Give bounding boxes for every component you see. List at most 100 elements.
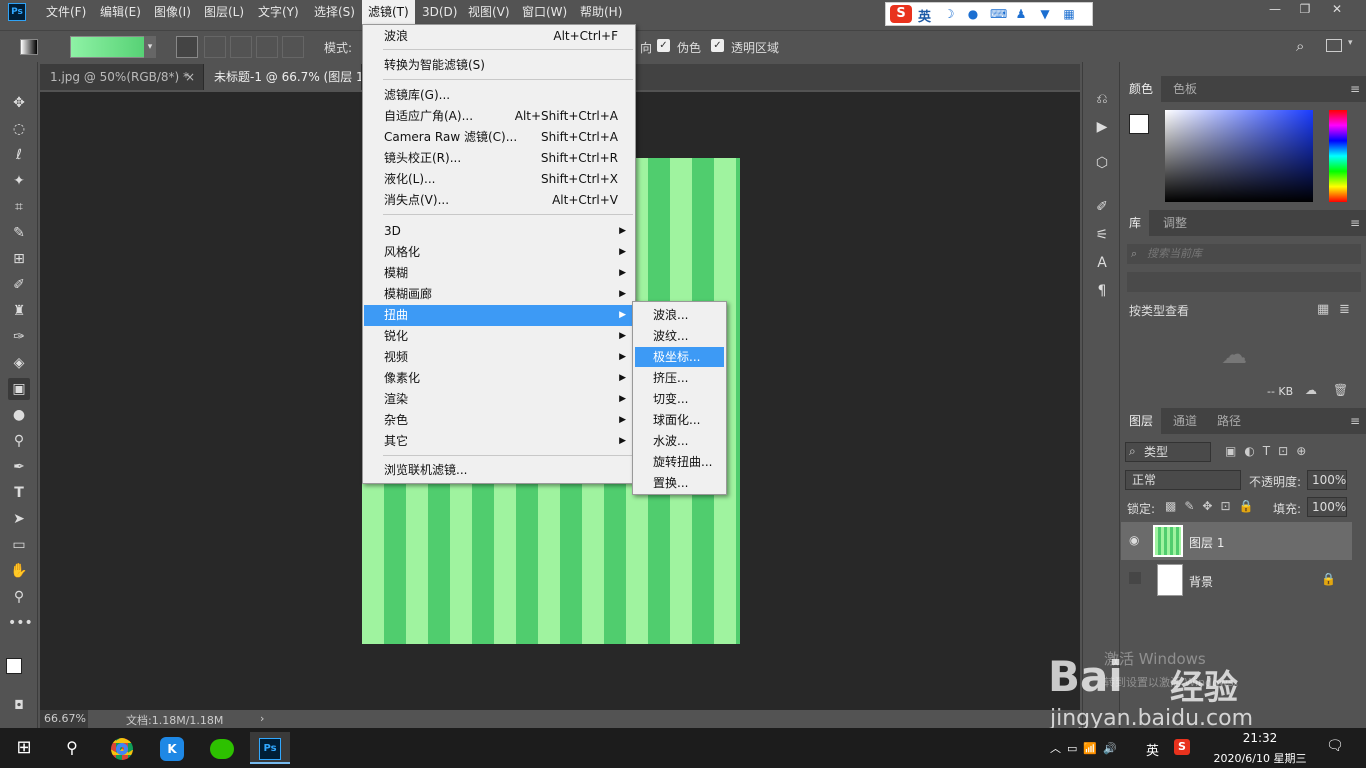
foreground-color-swatch[interactable] — [6, 658, 22, 674]
submenu-item-pinch[interactable]: 挤压... — [635, 368, 724, 388]
taskbar-photoshop[interactable]: Ps — [250, 732, 290, 764]
tab-layers[interactable]: 图层 — [1121, 408, 1162, 434]
lock-icons[interactable]: ▩✎✥⊡🔒 — [1165, 499, 1261, 513]
more-tools-icon[interactable]: ••• — [8, 612, 33, 634]
layer-filter-select[interactable]: 类型 — [1125, 442, 1211, 462]
healing-brush-icon[interactable]: ⊞ — [8, 248, 30, 270]
grid-icon[interactable]: ▦ — [1062, 7, 1076, 21]
library-dropdown[interactable] — [1127, 272, 1361, 292]
menu-item-noise[interactable]: 杂色 ▶ — [364, 410, 634, 431]
close-icon[interactable]: × — [185, 64, 195, 90]
close-icon[interactable]: ✕ — [1322, 2, 1352, 20]
angle-gradient-button[interactable] — [230, 36, 252, 58]
windows-start-icon[interactable]: ⊞ — [4, 732, 44, 764]
library-search-input[interactable]: 搜索当前库 — [1127, 244, 1361, 264]
menu-item-adaptive-wide-angle[interactable]: 自适应广角(A)... Alt+Shift+Ctrl+A — [364, 106, 634, 127]
ime-mode[interactable]: 英 — [918, 6, 931, 25]
menu-3d[interactable]: 3D(D) — [416, 0, 463, 24]
menu-file[interactable]: 文件(F) — [40, 0, 92, 24]
minimize-icon[interactable]: — — [1260, 2, 1290, 20]
eyedropper-icon[interactable]: ✎ — [8, 222, 30, 244]
chevron-down-icon[interactable]: ▾ — [1348, 38, 1353, 48]
quick-mask-icon[interactable]: ◘ — [8, 694, 30, 716]
menu-type[interactable]: 文字(Y) — [252, 0, 305, 24]
menu-item-pixelate[interactable]: 像素化 ▶ — [364, 368, 634, 389]
cloud-icon[interactable]: ☁ — [1305, 383, 1317, 397]
menu-item-render[interactable]: 渲染 ▶ — [364, 389, 634, 410]
layer-row[interactable]: ◉ 图层 1 — [1121, 522, 1352, 560]
layer-name[interactable]: 图层 1 — [1189, 534, 1224, 551]
hand-tool-icon[interactable]: ✋ — [8, 560, 30, 582]
tray-language[interactable]: 英 — [1146, 740, 1159, 759]
tab-untitled-1[interactable]: 未标题-1 @ 66.7% (图层 1, — [204, 64, 362, 90]
menu-item-vanishing-point[interactable]: 消失点(V)... Alt+Ctrl+V — [364, 190, 634, 211]
zoom-tool-icon[interactable]: ⚲ — [8, 586, 30, 608]
tab-paths[interactable]: 路径 — [1209, 408, 1249, 434]
menu-select[interactable]: 选择(S) — [308, 0, 361, 24]
menu-item-blur-gallery[interactable]: 模糊画廊 ▶ — [364, 284, 634, 305]
view-by-type-label[interactable]: 按类型查看 — [1129, 302, 1189, 319]
trash-icon[interactable]: 🗑 — [1333, 383, 1348, 397]
adjust-sliders-icon[interactable]: ⚟ — [1091, 224, 1113, 246]
menu-layer[interactable]: 图层(L) — [198, 0, 250, 24]
dodge-tool-icon[interactable]: ⚲ — [8, 430, 30, 452]
submenu-item-wave[interactable]: 波浪... — [635, 305, 724, 325]
menu-item-camera-raw[interactable]: Camera Raw 滤镜(C)... Shift+Ctrl+A — [364, 127, 634, 148]
lasso-tool-icon[interactable]: ℓ — [8, 144, 30, 166]
menu-filter[interactable]: 滤镜(T) — [362, 0, 415, 24]
transparency-checkbox[interactable]: ✓ — [711, 39, 724, 52]
eye-icon[interactable]: ◉ — [1129, 533, 1139, 547]
clock-time[interactable]: 21:32 — [1230, 731, 1290, 745]
magic-wand-icon[interactable]: ✦ — [8, 170, 30, 192]
menu-item-last-filter[interactable]: 波浪 Alt+Ctrl+F — [364, 26, 634, 47]
blur-tool-icon[interactable]: ● — [8, 404, 30, 426]
search-icon[interactable]: ⌕ — [1296, 37, 1304, 55]
chrome-icon[interactable] — [102, 732, 142, 764]
menu-item-3d[interactable]: 3D ▶ — [364, 221, 634, 242]
paragraph-icon[interactable]: ¶ — [1091, 280, 1113, 302]
type-tool-icon[interactable]: T — [8, 482, 30, 504]
stamp-tool-icon[interactable]: ♜ — [8, 300, 30, 322]
layer-row[interactable]: 背景 🔒 — [1121, 561, 1352, 599]
brush-tool-icon[interactable]: ✐ — [8, 274, 30, 296]
sogou-logo[interactable]: S — [890, 5, 912, 23]
diamond-gradient-button[interactable] — [282, 36, 304, 58]
moon-icon[interactable]: ☽ — [942, 7, 956, 21]
tab-1jpg[interactable]: 1.jpg @ 50%(RGB/8*) * × — [40, 64, 204, 90]
menu-edit[interactable]: 编辑(E) — [94, 0, 147, 24]
search-icon[interactable]: ⚲ — [52, 732, 92, 764]
gradient-tool-icon[interactable]: ▣ — [8, 378, 30, 400]
menu-help[interactable]: 帮助(H) — [574, 0, 628, 24]
fill-input[interactable]: 100% — [1307, 497, 1347, 517]
menu-item-filter-gallery[interactable]: 滤镜库(G)... — [364, 85, 634, 106]
tray-icons[interactable]: ︿▭📶🔊 — [1050, 740, 1123, 756]
list-view-icon[interactable]: ≣ — [1339, 302, 1350, 317]
microphone-icon[interactable]: ● — [966, 7, 980, 21]
submenu-item-twirl[interactable]: 旋转扭曲... — [635, 452, 724, 472]
menu-item-liquify[interactable]: 液化(L)... Shift+Ctrl+X — [364, 169, 634, 190]
submenu-item-spherize[interactable]: 球面化... — [635, 410, 724, 430]
dither-checkbox[interactable]: ✓ — [657, 39, 670, 52]
foreground-color-swatch[interactable] — [1129, 114, 1149, 134]
layer-name[interactable]: 背景 — [1189, 573, 1213, 590]
radial-gradient-button[interactable] — [204, 36, 226, 58]
menu-item-browse-online[interactable]: 浏览联机滤镜... — [364, 460, 634, 481]
keyboard-icon[interactable]: ⌨ — [990, 7, 1007, 21]
restore-icon[interactable]: ❐ — [1290, 2, 1320, 20]
submenu-item-polar-coordinates[interactable]: 极坐标... — [635, 347, 724, 367]
tab-adjustments[interactable]: 调整 — [1155, 210, 1195, 236]
submenu-item-ripple[interactable]: 波纹... — [635, 326, 724, 346]
color-spectrum[interactable] — [1165, 110, 1313, 202]
menu-item-smart-filter[interactable]: 转换为智能滤镜(S) — [364, 55, 634, 76]
menu-item-stylize[interactable]: 风格化 ▶ — [364, 242, 634, 263]
blend-mode-select[interactable]: 正常 — [1125, 470, 1241, 490]
menu-window[interactable]: 窗口(W) — [516, 0, 573, 24]
panel-menu-icon[interactable]: ≡ — [1350, 216, 1360, 230]
brush-settings-icon[interactable]: ✐ — [1091, 196, 1113, 218]
menu-view[interactable]: 视图(V) — [462, 0, 516, 24]
tab-swatches[interactable]: 色板 — [1165, 76, 1205, 102]
eraser-icon[interactable]: ◈ — [8, 352, 30, 374]
tab-channels[interactable]: 通道 — [1165, 408, 1205, 434]
opacity-input[interactable]: 100% — [1307, 470, 1347, 490]
notification-icon[interactable]: 🗨 — [1326, 738, 1344, 754]
